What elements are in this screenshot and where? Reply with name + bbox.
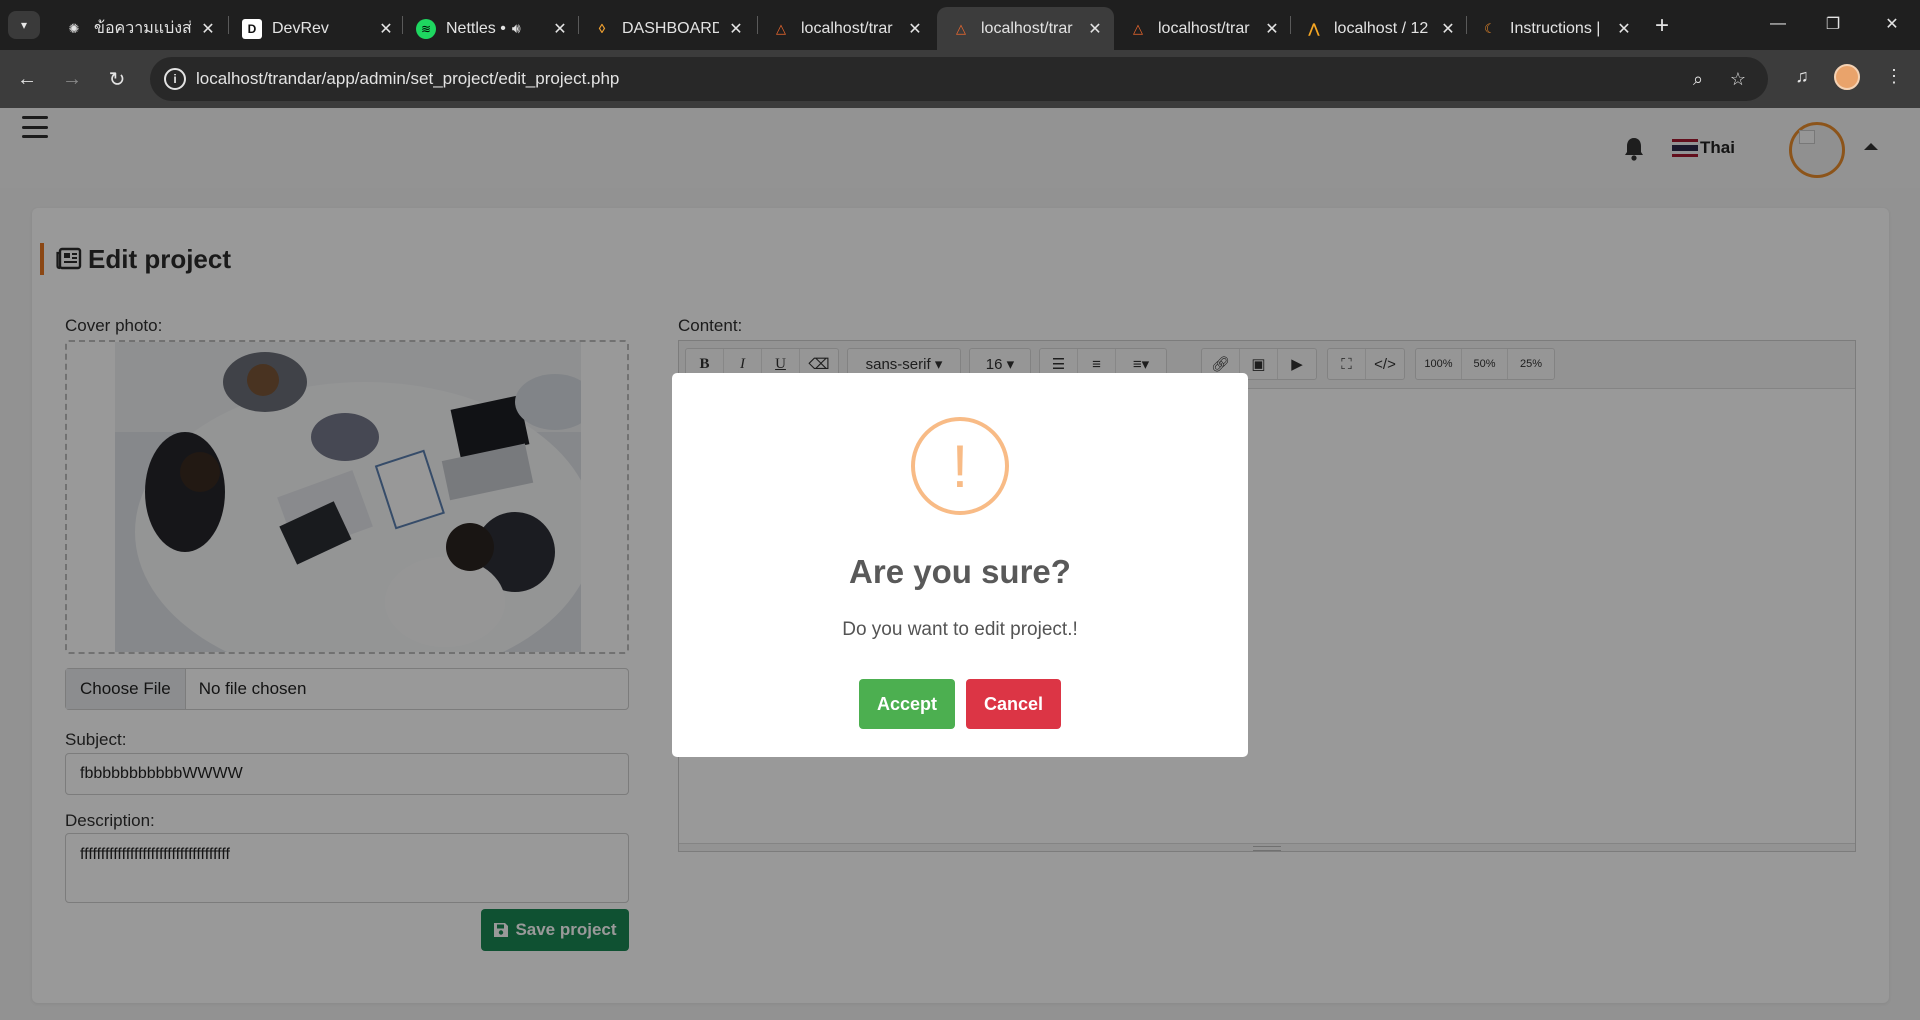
chatgpt-icon: ✺ <box>68 20 80 36</box>
tab-title: localhost/trar <box>981 19 1073 37</box>
close-window-button[interactable]: ✕ <box>1872 8 1912 40</box>
spotify-icon: ≋ <box>416 18 436 39</box>
browser-toolbar: ← → ↻ i localhost/trandar/app/admin/set_… <box>0 50 1920 108</box>
close-icon[interactable]: ✕ <box>1439 20 1457 38</box>
close-icon[interactable]: ✕ <box>1086 20 1104 38</box>
back-button[interactable]: ← <box>10 62 44 96</box>
dialog-title: Are you sure? <box>849 553 1071 590</box>
browser-tab[interactable]: D DevRev ✕ <box>228 7 405 50</box>
browser-menu-icon[interactable]: ⋮ <box>1880 62 1908 90</box>
close-icon[interactable]: ✕ <box>1615 20 1633 38</box>
reload-button[interactable]: ↻ <box>100 62 134 96</box>
tab-title: Nettles • <box>446 19 506 37</box>
confirm-dialog: ! Are you sure? Do you want to edit proj… <box>672 373 1248 757</box>
speaker-icon[interactable]: 🔊︎ <box>512 20 521 37</box>
zoom-icon[interactable]: ⌕ <box>1686 67 1710 91</box>
close-icon[interactable]: ✕ <box>727 20 745 38</box>
dialog-message: Do you want to edit project.! <box>842 619 1078 640</box>
new-tab-button[interactable]: + <box>1648 12 1676 40</box>
tab-title: DASHBOARD <box>622 19 719 37</box>
browser-tab-bar: ▾ ✺ ข้อความแบ่งส่วน ✕ D DevRev ✕ ≋ Nettl… <box>0 0 1920 50</box>
browser-tab[interactable]: △ localhost/trar ✕ <box>1114 7 1291 50</box>
browser-tab-active[interactable]: △ localhost/trar ✕ <box>937 7 1114 50</box>
triangle-icon: △ <box>956 20 966 36</box>
browser-tab[interactable]: ◊ DASHBOARD ✕ <box>578 7 755 50</box>
browser-tab[interactable]: ≋ Nettles • 🔊︎ ✕ <box>402 7 579 50</box>
browser-tab[interactable]: ⋀ localhost / 12 ✕ <box>1290 7 1467 50</box>
accept-button[interactable]: Accept <box>859 679 955 729</box>
tab-title: Instructions | <box>1510 19 1601 37</box>
close-icon[interactable]: ✕ <box>377 20 395 38</box>
cancel-button[interactable]: Cancel <box>966 679 1061 729</box>
tab-search-button[interactable]: ▾ <box>8 11 40 39</box>
tab-title: localhost/trar <box>801 19 893 37</box>
site-info-icon[interactable]: i <box>164 68 186 90</box>
close-icon[interactable]: ✕ <box>1263 20 1281 38</box>
tab-title: localhost/trar <box>1158 19 1250 37</box>
devrev-icon: D <box>242 18 262 39</box>
close-icon[interactable]: ✕ <box>551 20 569 38</box>
close-icon[interactable]: ✕ <box>199 20 217 38</box>
tab-title: ข้อความแบ่งส่วน <box>94 20 191 37</box>
restore-button[interactable]: ❐ <box>1813 8 1853 40</box>
url-text[interactable]: localhost/trandar/app/admin/set_project/… <box>196 69 619 89</box>
profile-avatar[interactable] <box>1834 64 1860 90</box>
close-icon[interactable]: ✕ <box>906 20 924 38</box>
phpmyadmin-icon: ⋀ <box>1308 20 1320 36</box>
tab-title: localhost / 12 <box>1334 19 1429 37</box>
forward-button[interactable]: → <box>55 62 89 96</box>
triangle-icon: △ <box>776 20 786 36</box>
triangle-icon: △ <box>1133 20 1143 36</box>
bookmark-star-icon[interactable]: ☆ <box>1726 67 1750 91</box>
address-bar[interactable]: i localhost/trandar/app/admin/set_projec… <box>150 57 1768 101</box>
warning-icon: ! <box>911 417 1009 515</box>
media-control-icon[interactable]: ♫ <box>1788 62 1816 90</box>
instructions-icon: ☾ <box>1484 20 1496 36</box>
minimize-button[interactable]: — <box>1758 8 1798 40</box>
tab-title: DevRev <box>272 19 329 37</box>
browser-tab[interactable]: ☾ Instructions | ✕ <box>1466 7 1643 50</box>
browser-tab[interactable]: ✺ ข้อความแบ่งส่วน ✕ <box>50 7 227 50</box>
dashboard-icon: ◊ <box>598 21 606 36</box>
browser-tab[interactable]: △ localhost/trar ✕ <box>757 7 934 50</box>
